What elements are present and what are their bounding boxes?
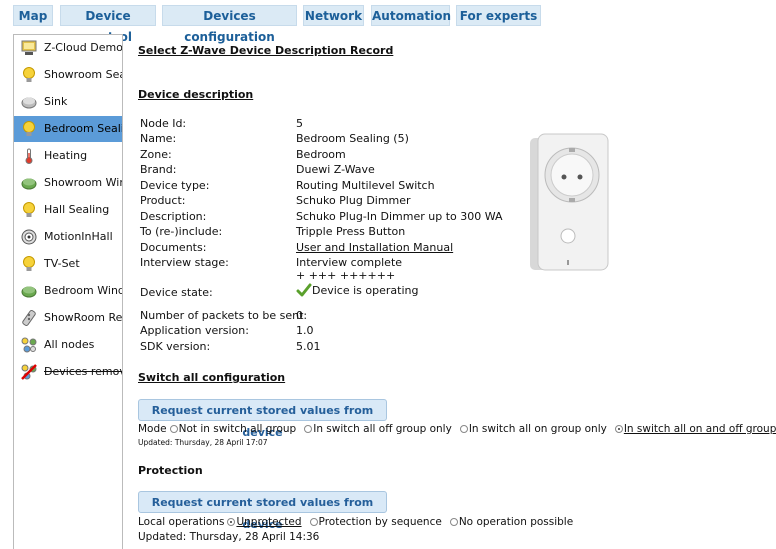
bulb-icon bbox=[23, 67, 35, 82]
removed-nodes-icon bbox=[21, 364, 37, 380]
radio-switch-all-off-only[interactable] bbox=[304, 425, 313, 433]
device-sidebar: Z-Cloud Demo Showroom Seali Sink Bedroom… bbox=[13, 34, 123, 549]
field-value-interview-stage: Interview complete bbox=[296, 256, 403, 269]
sidebar-item-showroom-sealing[interactable]: Showroom Seali bbox=[14, 62, 122, 88]
radio-switch-all-on-and-off[interactable] bbox=[614, 425, 623, 433]
device-state: Device is operating bbox=[296, 282, 418, 298]
tab-map[interactable]: Map bbox=[13, 5, 53, 26]
sidebar-item-sink[interactable]: Sink bbox=[14, 89, 122, 115]
green-disc-icon bbox=[21, 178, 37, 190]
bulb-icon bbox=[23, 202, 35, 217]
device-description-header: Device description bbox=[138, 88, 254, 101]
nodes-icon bbox=[21, 337, 37, 353]
field-label: Product: bbox=[140, 194, 186, 207]
field-label: Node Id: bbox=[140, 117, 187, 130]
sidebar-item-tv-set[interactable]: TV-Set bbox=[14, 251, 122, 277]
field-label: Interview stage: bbox=[140, 256, 229, 269]
switch-all-header: Switch all configuration bbox=[138, 371, 286, 384]
field-label: Name: bbox=[140, 132, 177, 145]
protection-header: Protection bbox=[138, 464, 203, 477]
switch-all-mode-row: Mode Not in switch all group In switch all… bbox=[138, 423, 776, 435]
radio-no-operation[interactable] bbox=[449, 518, 458, 526]
field-value-name: Bedroom Sealing (5) bbox=[296, 132, 409, 145]
field-value-sdk-version: 5.01 bbox=[296, 340, 321, 353]
field-value-node-id: 5 bbox=[296, 117, 303, 130]
sidebar-item-showroom-window[interactable]: Showroom Wind bbox=[14, 170, 122, 196]
radio-label: No operation possible bbox=[458, 516, 574, 528]
field-label: Documents: bbox=[140, 241, 207, 254]
page-title: Select Z-Wave Device Description Record bbox=[138, 44, 394, 57]
documents-link[interactable]: User and Installation Manual bbox=[296, 241, 453, 254]
protection-updated: Updated: Thursday, 28 April 14:36 bbox=[138, 531, 320, 543]
field-value-brand: Duewi Z-Wave bbox=[296, 163, 375, 176]
field-label: Application version: bbox=[140, 324, 249, 337]
motion-sensor-icon bbox=[21, 229, 37, 245]
field-label: Device type: bbox=[140, 179, 210, 192]
bulb-icon bbox=[23, 121, 35, 136]
sidebar-item-bedroom-window[interactable]: Bedroom Windo bbox=[14, 278, 122, 304]
field-label: Zone: bbox=[140, 148, 172, 161]
field-value-zone: Bedroom bbox=[296, 148, 346, 161]
request-protection-button[interactable]: Request current stored values from devic… bbox=[138, 491, 387, 531]
grey-disc-icon bbox=[21, 97, 37, 109]
radio-label: Not in switch all group bbox=[178, 423, 297, 435]
radio-label: Protection by sequence bbox=[318, 516, 442, 528]
field-label: SDK version: bbox=[140, 340, 211, 353]
field-label: To (re-)include: bbox=[140, 225, 223, 238]
radio-not-in-switch-all[interactable] bbox=[169, 425, 178, 433]
sidebar-item-bedroom-sealing[interactable]: Bedroom Sealin bbox=[14, 116, 122, 142]
sidebar-item-showroom-remote[interactable]: ShowRoom Rem bbox=[14, 305, 122, 331]
switch-all-updated: Updated: Thursday, 28 April 17:07 bbox=[138, 438, 268, 447]
device-detail-panel: Select Z-Wave Device Description Record … bbox=[138, 0, 776, 548]
checkmark-icon bbox=[296, 283, 312, 297]
thermometer-icon bbox=[25, 148, 33, 164]
sidebar-item-devices-removed[interactable]: Devices remove bbox=[14, 359, 122, 385]
sidebar-item-hall-sealing[interactable]: Hall Sealing bbox=[14, 197, 122, 223]
field-label: Description: bbox=[140, 210, 207, 223]
field-value-packets: 0 bbox=[296, 309, 303, 322]
radio-label-selected: In switch all on and off groups bbox=[623, 423, 776, 435]
sidebar-item-all-nodes[interactable]: All nodes bbox=[14, 332, 122, 358]
sidebar-item-z-cloud-demo[interactable]: Z-Cloud Demo bbox=[14, 35, 122, 61]
field-label: Device state: bbox=[140, 286, 213, 299]
field-value-device-type: Routing Multilevel Switch bbox=[296, 179, 435, 192]
radio-unprotected[interactable] bbox=[227, 518, 236, 526]
radio-switch-all-on-only[interactable] bbox=[459, 425, 468, 433]
sidebar-item-motioninhall[interactable]: MotionInHall bbox=[14, 224, 122, 250]
sidebar-item-heating[interactable]: Heating bbox=[14, 143, 122, 169]
computer-icon bbox=[21, 40, 37, 55]
mode-label: Mode bbox=[138, 423, 167, 435]
field-value-include: Tripple Press Button bbox=[296, 225, 406, 238]
field-value-app-version: 1.0 bbox=[296, 324, 314, 337]
remote-icon bbox=[22, 310, 36, 326]
interview-progress: + +++ ++++++ bbox=[296, 269, 396, 282]
field-value-description: Schuko Plug-In Dimmer up to 300 WA bbox=[296, 210, 503, 223]
bulb-icon bbox=[23, 256, 35, 271]
local-operations-label: Local operations bbox=[138, 516, 225, 528]
green-disc-icon bbox=[21, 286, 37, 298]
radio-label-selected: Unprotected bbox=[236, 516, 302, 528]
radio-label: In switch all off group only bbox=[313, 423, 452, 435]
protection-row: Local operations Unprotected Protection by… bbox=[138, 516, 573, 528]
field-label: Number of packets to be sent: bbox=[140, 309, 308, 322]
field-value-product: Schuko Plug Dimmer bbox=[296, 194, 411, 207]
field-label: Brand: bbox=[140, 163, 177, 176]
radio-label: In switch all on group only bbox=[468, 423, 607, 435]
radio-protection-by-sequence[interactable] bbox=[309, 518, 318, 526]
request-switch-all-button[interactable]: Request current stored values from devic… bbox=[138, 399, 387, 439]
device-image bbox=[530, 133, 609, 271]
device-state-text: Device is operating bbox=[312, 284, 419, 297]
